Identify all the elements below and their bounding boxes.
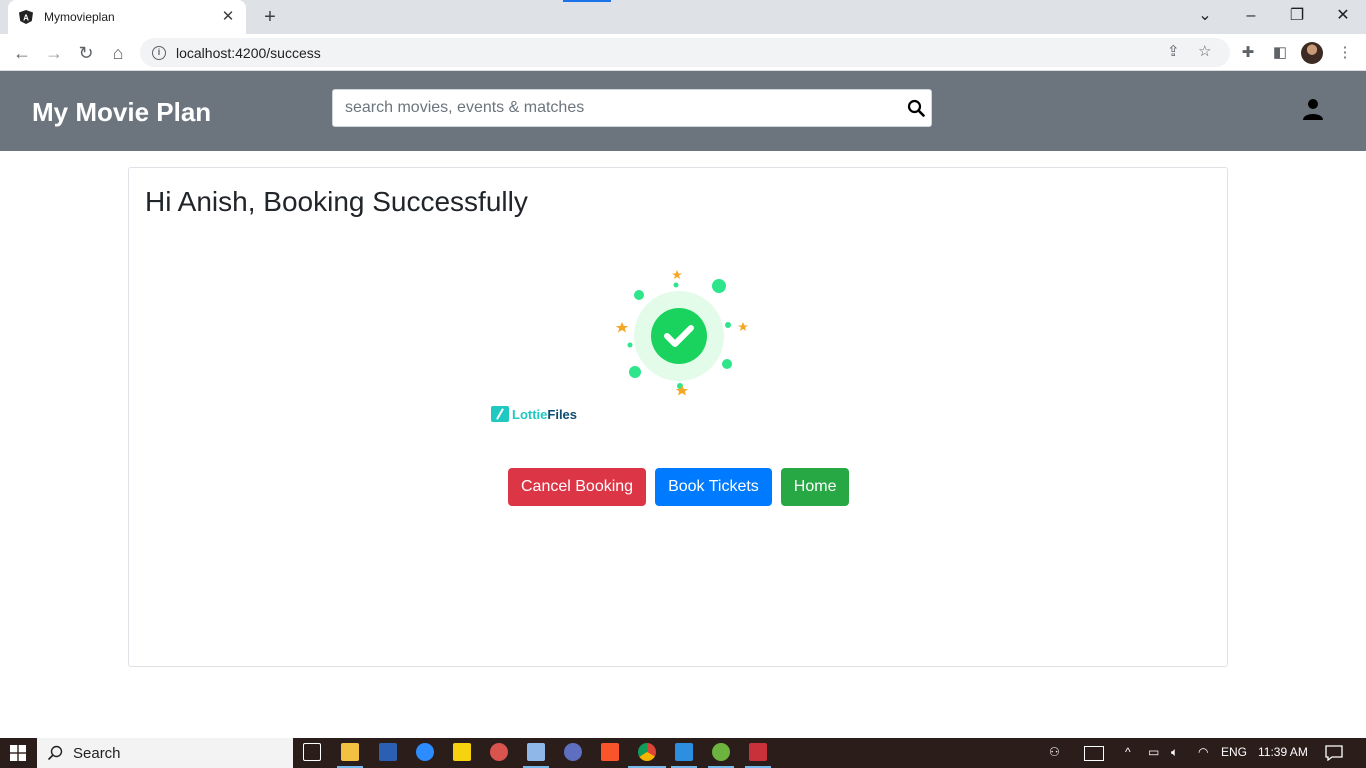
- tab-indicator: [563, 0, 611, 2]
- clock[interactable]: 11:39 AM: [1258, 745, 1308, 759]
- windows-taskbar: Search ⚇ ^ ▭ 🔈︎ ◠ ENG 11:39 AM: [0, 738, 1366, 768]
- search-box: [332, 89, 932, 127]
- address-bar[interactable]: i localhost:4200/success ⇪ ☆: [140, 38, 1230, 67]
- volume-icon[interactable]: 🔈︎: [1171, 745, 1178, 760]
- back-icon[interactable]: ←: [9, 40, 35, 66]
- browser-menu-icon[interactable]: ⋮: [1333, 41, 1357, 65]
- search-icon[interactable]: [901, 93, 931, 123]
- share-icon[interactable]: ⇪: [1167, 42, 1180, 60]
- file-explorer-icon[interactable]: [341, 743, 359, 761]
- reload-icon[interactable]: ↻: [73, 40, 99, 66]
- notepad-icon[interactable]: [527, 743, 545, 761]
- task-view-icon[interactable]: [303, 743, 321, 761]
- angular-icon: A: [18, 9, 34, 25]
- lottie-wordmark-b: Files: [547, 406, 578, 422]
- browser-toolbar: ← → ↻ ⌂ i localhost:4200/success ⇪ ☆ ✚ ◧…: [0, 34, 1366, 71]
- forward-icon[interactable]: →: [41, 40, 67, 66]
- search-input[interactable]: [333, 90, 901, 126]
- app-header: My Movie Plan: [0, 71, 1366, 151]
- booking-success-card: Hi Anish, Booking Successfully LottieFil…: [128, 167, 1228, 667]
- search-icon: [47, 745, 63, 761]
- side-panel-icon[interactable]: ◧: [1268, 41, 1292, 65]
- app-icon[interactable]: [749, 743, 767, 761]
- word-icon[interactable]: [379, 743, 397, 761]
- lottiefiles-logo[interactable]: LottieFiles: [491, 406, 577, 422]
- browser-tab-strip: A Mymovieplan ✕ + ⌄ – ❐ ✕: [0, 0, 1366, 34]
- zoom-icon[interactable]: [416, 743, 434, 761]
- browser-tab[interactable]: A Mymovieplan ✕: [8, 0, 246, 34]
- app-icon[interactable]: [564, 743, 582, 761]
- sticky-notes-icon[interactable]: [453, 743, 471, 761]
- svg-text:A: A: [23, 14, 29, 23]
- home-icon[interactable]: ⌂: [105, 40, 131, 66]
- success-check-animation: [616, 270, 748, 396]
- profile-avatar[interactable]: [1301, 42, 1323, 64]
- language-indicator[interactable]: ENG: [1221, 745, 1247, 759]
- chrome-icon[interactable]: [638, 743, 656, 761]
- spring-tools-icon[interactable]: [712, 743, 730, 761]
- close-window-button[interactable]: ✕: [1328, 4, 1358, 28]
- lottie-wordmark: LottieFiles: [512, 407, 577, 422]
- taskbar-search[interactable]: Search: [37, 738, 293, 768]
- restore-button[interactable]: ❐: [1282, 4, 1312, 28]
- brave-icon[interactable]: [601, 743, 619, 761]
- tab-search-icon[interactable]: ⌄: [1190, 4, 1220, 28]
- cancel-booking-button[interactable]: Cancel Booking: [508, 468, 647, 506]
- new-tab-button[interactable]: +: [256, 6, 284, 28]
- vscode-icon[interactable]: [675, 743, 693, 761]
- windows-start-icon[interactable]: [10, 745, 26, 761]
- notification-icon[interactable]: [1325, 745, 1343, 761]
- page-title: Hi Anish, Booking Successfully: [145, 186, 528, 217]
- book-tickets-button[interactable]: Book Tickets: [655, 468, 772, 506]
- brand-title[interactable]: My Movie Plan: [32, 97, 211, 128]
- url-text: localhost:4200/success: [176, 44, 321, 61]
- action-buttons: Cancel Booking Book Tickets Home: [508, 468, 850, 506]
- show-hidden-icons[interactable]: ^: [1125, 745, 1131, 759]
- wifi-icon[interactable]: ◠: [1198, 745, 1208, 759]
- app-icon[interactable]: [490, 743, 508, 761]
- site-info-icon[interactable]: i: [152, 45, 166, 60]
- home-button[interactable]: Home: [780, 468, 850, 506]
- news-icon[interactable]: [1084, 746, 1104, 761]
- lottie-icon: [491, 406, 509, 422]
- extensions-icon[interactable]: ✚: [1236, 41, 1260, 65]
- taskbar-search-label: Search: [73, 744, 121, 762]
- tab-title: Mymovieplan: [44, 10, 115, 24]
- user-icon[interactable]: [1302, 98, 1324, 120]
- close-tab-icon[interactable]: ✕: [220, 9, 236, 25]
- battery-icon[interactable]: ▭: [1148, 745, 1159, 759]
- bookmark-star-icon[interactable]: ☆: [1198, 42, 1211, 60]
- minimize-button[interactable]: –: [1236, 4, 1266, 28]
- people-icon[interactable]: ⚇: [1049, 745, 1060, 759]
- lottie-wordmark-a: Lottie: [512, 406, 548, 422]
